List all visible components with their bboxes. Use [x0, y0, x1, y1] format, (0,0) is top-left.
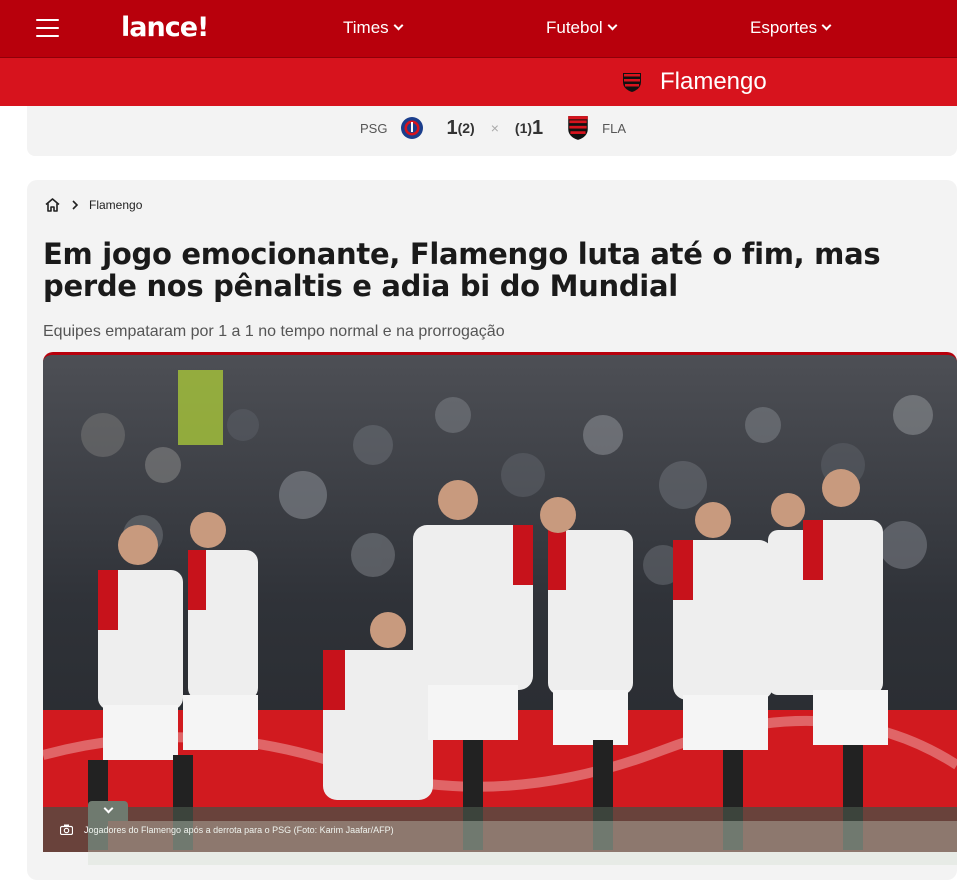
article-photo [43, 352, 957, 852]
article-subtitle: Equipes empataram por 1 a 1 no tempo nor… [43, 323, 505, 340]
chevron-down-icon [607, 20, 618, 31]
psg-crest-icon [401, 117, 424, 139]
site-logo[interactable]: lance! [121, 12, 209, 44]
team-bar [0, 58, 957, 106]
away-penalties: (1) [514, 120, 533, 136]
top-navigation-bar: lance! Times Futebol Esportes [0, 0, 957, 58]
chevron-down-icon [103, 803, 113, 814]
nav-esportes-label: Esportes [750, 18, 818, 37]
match-score[interactable]: PSG 1 (2) × (1) 1 FLA [360, 115, 626, 141]
flamengo-crest-icon [623, 70, 641, 92]
nav-times[interactable]: Times [343, 17, 404, 39]
home-penalties: (2) [457, 120, 475, 136]
breadcrumb-item-flamengo[interactable]: Flamengo [89, 198, 142, 212]
camera-icon [60, 824, 73, 835]
nav-esportes[interactable]: Esportes [750, 17, 832, 39]
flamengo-crest-icon [568, 116, 588, 140]
away-goals: 1 [532, 116, 544, 139]
home-icon[interactable] [44, 197, 61, 213]
home-goals: 1 [446, 116, 458, 139]
chevron-right-icon [72, 200, 79, 210]
breadcrumb: Flamengo [44, 197, 142, 213]
home-team-abbr: PSG [360, 120, 388, 136]
score-separator: × [490, 120, 499, 136]
chevron-down-icon [821, 20, 832, 31]
bottom-overlay-panel [88, 821, 957, 865]
overlay-collapse-toggle[interactable] [88, 801, 128, 821]
nav-futebol[interactable]: Futebol [546, 17, 618, 39]
menu-icon[interactable] [36, 19, 59, 37]
away-team-abbr: FLA [602, 120, 626, 136]
team-page-title[interactable]: Flamengo [660, 69, 767, 95]
nav-times-label: Times [343, 18, 389, 37]
article-headline: Em jogo emocionante, Flamengo luta até o… [43, 237, 881, 303]
nav-futebol-label: Futebol [546, 18, 603, 37]
chevron-down-icon [393, 20, 404, 31]
